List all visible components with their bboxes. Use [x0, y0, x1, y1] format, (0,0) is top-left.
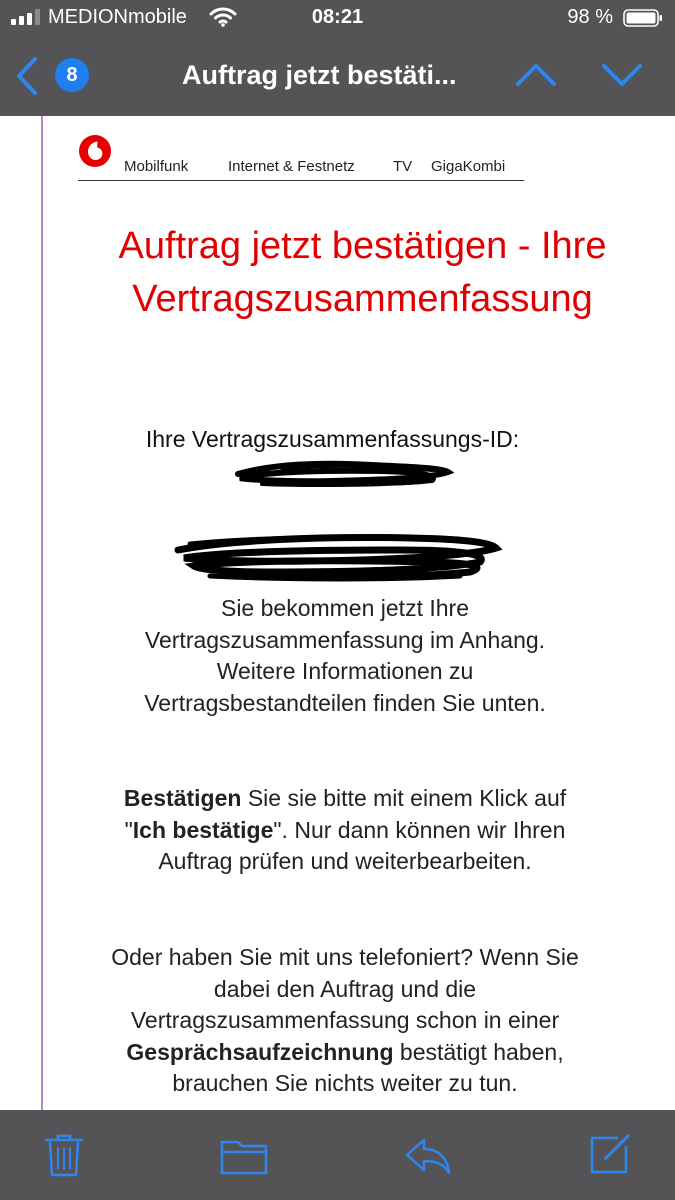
bold-text: Gesprächsaufzeichnung	[126, 1038, 394, 1065]
trash-icon[interactable]	[44, 1132, 84, 1178]
contract-summary-id-label: Ihre Vertragszusammenfassungs-ID:	[145, 426, 520, 452]
vodafone-header-nav: Mobilfunk Internet & Festnetz TV GigaKom…	[78, 132, 524, 181]
redaction-scribble	[174, 534, 503, 582]
next-message-chevron-down-icon[interactable]	[600, 60, 644, 90]
reply-icon[interactable]	[404, 1136, 452, 1176]
bold-text: Ich bestätige	[132, 816, 274, 843]
vodafone-logo-icon	[79, 135, 111, 167]
bottom-toolbar	[0, 1110, 675, 1200]
attachment-info-paragraph: Sie bekommen jetzt Ihre Vertragszusammen…	[144, 595, 546, 716]
message-subject-title: Auftrag jetzt bestäti...	[182, 60, 457, 90]
bold-text: Bestätigen	[123, 785, 242, 811]
folder-icon[interactable]	[220, 1136, 268, 1176]
redaction-scribble	[235, 460, 454, 488]
previous-message-chevron-up-icon[interactable]	[514, 60, 558, 90]
status-bar: MEDIONmobile 08:21 98 %	[0, 0, 675, 38]
quote-bar	[41, 116, 43, 1110]
nav-link-gigakombi[interactable]: GigaKombi	[431, 158, 505, 175]
unread-count-badge[interactable]: 8	[55, 58, 89, 92]
email-headline: Auftrag jetzt bestätigen - Ihre Vertrags…	[118, 225, 607, 320]
nav-link-tv[interactable]: TV	[393, 158, 412, 175]
nav-link-internet-festnetz[interactable]: Internet & Festnetz	[228, 158, 355, 175]
mail-navigation-bar: 8 Auftrag jetzt bestäti...	[0, 46, 675, 108]
email-body[interactable]: Mobilfunk Internet & Festnetz TV GigaKom…	[0, 116, 675, 1110]
battery-icon	[623, 9, 662, 27]
phone-call-paragraph: Oder haben Sie mit uns telefoniert? Wenn…	[110, 942, 580, 1100]
battery-percentage: 98 %	[567, 6, 613, 28]
paragraph-text: Oder haben Sie mit uns telefoniert? Wenn…	[111, 944, 579, 1033]
nav-link-mobilfunk[interactable]: Mobilfunk	[124, 158, 188, 175]
top-bar: MEDIONmobile 08:21 98 % 8 Auftrag jetzt …	[0, 0, 675, 116]
confirm-instruction-paragraph: Bestätigen Sie sie bitte mit einem Klick…	[110, 783, 580, 878]
compose-icon[interactable]	[588, 1132, 632, 1176]
back-chevron-icon[interactable]	[14, 56, 40, 96]
